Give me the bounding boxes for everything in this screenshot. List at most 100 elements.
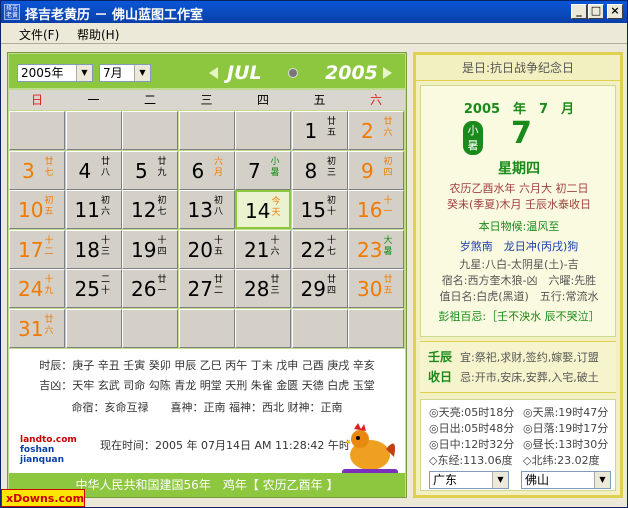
day-cell[interactable]: 28 廿三 [235, 269, 291, 308]
day-cell[interactable]: 13 初八 [178, 190, 235, 229]
lunar-day-label: 初四 [383, 156, 393, 178]
day-cell[interactable]: 17 十二 [9, 229, 65, 269]
big-day-number: 7 [511, 116, 532, 151]
lunar-day-label: 今天 [271, 197, 281, 218]
empty-day-cell [348, 308, 404, 348]
day-cell[interactable]: 14 今天 [235, 190, 291, 229]
close-button[interactable]: × [607, 4, 623, 19]
day-cell[interactable]: 10 初五 [9, 190, 65, 229]
sunrise-time: ◎日出:05时48分 [429, 422, 515, 435]
latitude: ◇北纬:23.02度 [523, 454, 600, 467]
day-cell[interactable]: 6 六月 [178, 150, 235, 190]
day-cell[interactable]: 30 廿五 [348, 269, 404, 308]
day-cell[interactable]: 8 初三 [291, 150, 348, 190]
lunar-day-label: 二十 [100, 275, 110, 296]
weekday-label: 日 [30, 93, 43, 107]
lunar-day-label: 小暑 [270, 156, 280, 178]
lunar-day-label: 廿五 [383, 275, 393, 296]
chevron-down-icon[interactable]: ▼ [492, 472, 508, 488]
today-dot-button[interactable] [288, 68, 298, 78]
app-icon: 择吉老黄历 [4, 4, 20, 20]
lunar-day-label: 初三 [326, 156, 336, 178]
dusk-time: ◎天黑:19时47分 [523, 406, 609, 419]
month-name: JUL [227, 62, 262, 84]
menu-help[interactable]: 帮助(H) [77, 26, 119, 43]
landto-logo[interactable]: landto.com foshan jianquan [20, 435, 90, 465]
title-bar[interactable]: 择吉老黄历 择吉老黄历 － 佛山蓝图工作室 _ □ × [1, 1, 627, 23]
city-select[interactable]: 佛山 ▼ [521, 471, 611, 489]
day-cell[interactable]: 31 廿六 [9, 308, 65, 348]
lunar-day-label: 十七 [326, 235, 336, 257]
day-cell[interactable]: 15 初十 [291, 190, 348, 229]
year-select[interactable]: 2005年 ▼ [17, 64, 93, 82]
day-cell[interactable]: 29 廿四 [291, 269, 348, 308]
province-select[interactable]: 广东 ▼ [429, 471, 509, 489]
empty-day-cell [122, 308, 178, 348]
day-number: 28 [244, 277, 270, 301]
day-number: 5 [135, 158, 148, 183]
ji-value: 忌:开市,安床,安葬,入宅,破土 [460, 371, 599, 384]
day-cell[interactable]: 11 初六 [65, 190, 122, 229]
chevron-down-icon[interactable]: ▼ [594, 472, 610, 488]
month-select[interactable]: 7月 ▼ [99, 64, 151, 82]
empty-day-cell [178, 111, 235, 150]
day-cell[interactable]: 2 廿六 [348, 111, 404, 150]
day-cell[interactable]: 16 十一 [348, 190, 404, 229]
lunar-day-label: 廿九 [157, 156, 167, 178]
lunar-day-label: 廿六 [383, 117, 393, 138]
day-number: 7 [248, 158, 261, 183]
chevron-down-icon[interactable]: ▼ [134, 65, 150, 81]
day-cell[interactable]: 19 十四 [122, 229, 178, 269]
day-cell[interactable]: 26 廿一 [122, 269, 178, 308]
day-cell[interactable]: 27 廿二 [178, 269, 235, 308]
next-month-arrow-icon[interactable] [383, 67, 392, 79]
day-cell[interactable]: 18 十三 [65, 229, 122, 269]
empty-day-cell [235, 111, 291, 150]
city-value: 佛山 [525, 473, 550, 487]
day-detail-panel: 是日:抗日战争纪念日 2005 年 7 月 小暑 7 星期四 农历乙酉水年 六月… [413, 52, 623, 498]
lunar-day-label: 十五 [213, 235, 223, 257]
year-select-value: 2005年 [21, 66, 64, 80]
day-cell[interactable]: 9 初四 [348, 150, 404, 190]
lunar-day-label: 初八 [213, 196, 223, 217]
menu-file[interactable]: 文件(F) [19, 26, 59, 43]
day-cell[interactable]: 23 大暑 [348, 229, 404, 269]
prev-month-arrow-icon[interactable] [209, 67, 218, 79]
day-cell[interactable]: 21 十六 [235, 229, 291, 269]
day-number: 11 [74, 198, 100, 222]
day-cell[interactable]: 3 廿七 [9, 150, 65, 190]
lunar-day-label: 廿一 [157, 275, 167, 296]
hours-line: 时辰：庚子 辛丑 壬寅 癸卯 甲辰 乙巳 丙午 丁未 戊申 己酉 庚戌 辛亥 [39, 359, 375, 372]
day-number: 4 [78, 158, 92, 183]
empty-day-cell [235, 308, 291, 348]
lunar-day-label: 廿二 [213, 275, 223, 296]
weekday-label: 三 [200, 93, 213, 107]
day-cell[interactable]: 7 小暑 [235, 150, 291, 190]
day-length: ◎昼长:13时30分 [523, 438, 609, 451]
day-cell[interactable]: 12 初七 [122, 190, 178, 229]
day-cell[interactable]: 25 二十 [65, 269, 122, 308]
empty-day-cell [122, 111, 178, 150]
clash-label: 岁煞南 龙日冲(丙戌)狗 [459, 240, 579, 253]
noon-time: ◎日中:12时32分 [429, 438, 515, 451]
phenology-label: 本日物候:温风至 [478, 220, 560, 233]
day-cell[interactable]: 20 十五 [178, 229, 235, 269]
day-cell[interactable]: 24 十九 [9, 269, 65, 308]
weekday-label: 二 [143, 93, 156, 107]
day-cell[interactable]: 1 廿五 [291, 111, 348, 150]
day-number: 3 [22, 158, 35, 183]
year-month-label: 2005 年 7 月 [463, 102, 575, 117]
calendar-grid: 1 廿五 2 廿六 3 廿七 4 廿八 5 廿九 6 六月 7 小暑 8 初三 9 初四 10 初五 11 初六 12 初七 1… [9, 111, 405, 348]
day-number: 24 [18, 277, 44, 301]
minimize-button[interactable]: _ [571, 4, 587, 19]
day-cell[interactable]: 22 十七 [291, 229, 348, 269]
mansion-label: 宿名:西方奎木狼-凶 六曜:先胜 [441, 274, 597, 287]
lunar-day-label: 六月 [213, 156, 223, 178]
day-cell[interactable]: 4 廿八 [65, 150, 122, 190]
maximize-button[interactable]: □ [588, 4, 604, 19]
chevron-down-icon[interactable]: ▼ [76, 65, 92, 81]
lunar-day-label: 廿六 [44, 314, 54, 336]
day-number: 26 [131, 277, 157, 301]
day-cell[interactable]: 5 廿九 [122, 150, 178, 190]
province-value: 广东 [433, 473, 458, 487]
